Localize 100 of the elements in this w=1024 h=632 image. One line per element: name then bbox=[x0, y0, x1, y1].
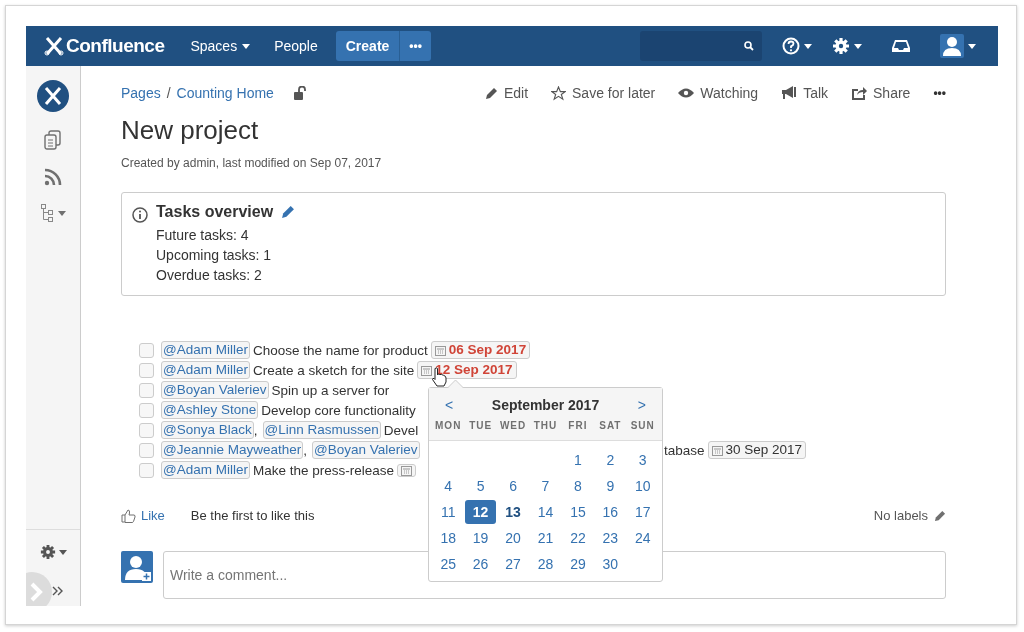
calendar-day[interactable]: 1 bbox=[562, 448, 594, 472]
task-text: Devel bbox=[383, 422, 419, 438]
search-icon bbox=[744, 41, 754, 51]
task-checkbox[interactable] bbox=[139, 422, 154, 438]
calendar-day[interactable]: 28 bbox=[530, 552, 561, 576]
star-icon bbox=[551, 85, 566, 101]
calendar-day[interactable]: 2 bbox=[594, 448, 626, 472]
weekday-header: MON bbox=[434, 419, 463, 433]
weekday-header: WED bbox=[498, 419, 528, 433]
comma: , bbox=[303, 442, 308, 458]
user-mention[interactable]: @Adam Miller bbox=[161, 361, 250, 379]
calendar-day[interactable]: 18 bbox=[432, 526, 464, 550]
megaphone-icon bbox=[781, 86, 798, 100]
task-checkbox[interactable] bbox=[139, 342, 154, 358]
date-lozenge[interactable]: 06 Sep 2017 bbox=[430, 341, 531, 359]
calendar-day[interactable]: 19 bbox=[465, 526, 497, 550]
user-mention[interactable]: @Boyan Valeriev bbox=[161, 381, 269, 399]
task-checkbox[interactable] bbox=[139, 442, 154, 458]
task-text: Create a sketch for the site bbox=[252, 362, 415, 378]
user-mention[interactable]: @Adam Miller bbox=[161, 341, 250, 359]
calendar-day[interactable]: 9 bbox=[594, 474, 626, 498]
calendar-day[interactable]: 26 bbox=[465, 552, 497, 576]
share-action[interactable]: Share bbox=[851, 85, 911, 101]
task-text: tabase bbox=[664, 442, 705, 458]
like-button[interactable]: Like bbox=[121, 508, 165, 523]
page-tree-menu[interactable] bbox=[40, 204, 66, 222]
calendar-day[interactable]: 10 bbox=[627, 474, 659, 498]
pencil-icon[interactable] bbox=[281, 205, 296, 219]
calendar-day[interactable]: 13 bbox=[497, 500, 529, 524]
edit-action[interactable]: Edit bbox=[484, 85, 528, 101]
star-action[interactable]: Save for later bbox=[551, 85, 656, 101]
comma: , bbox=[253, 422, 258, 438]
space-logo-icon[interactable] bbox=[37, 80, 69, 112]
caret-icon bbox=[804, 43, 812, 49]
calendar-day[interactable]: 24 bbox=[627, 526, 659, 550]
talk-action[interactable]: Talk bbox=[781, 85, 829, 101]
page-title: New project bbox=[121, 114, 260, 146]
previous-month-button[interactable]: < bbox=[441, 397, 458, 413]
pencil-icon bbox=[484, 86, 498, 100]
user-mention[interactable]: @Jeannie Mayweather bbox=[161, 441, 304, 459]
calendar-day[interactable]: 14 bbox=[530, 500, 561, 524]
calendar-day[interactable]: 16 bbox=[594, 500, 626, 524]
next-month-button[interactable]: > bbox=[633, 397, 650, 413]
weekday-header: SAT bbox=[598, 419, 623, 433]
user-mention[interactable]: @Ashley Stone bbox=[161, 401, 259, 419]
user-mention[interactable]: @Linn Rasmussen bbox=[262, 421, 381, 439]
calendar-day[interactable]: 23 bbox=[594, 526, 626, 550]
calendar-day[interactable]: 30 bbox=[594, 552, 626, 576]
task-checkbox[interactable] bbox=[139, 382, 154, 398]
date-lozenge[interactable] bbox=[397, 463, 417, 477]
more-button[interactable]: ••• bbox=[399, 31, 431, 61]
more-actions-button[interactable]: ••• bbox=[933, 86, 946, 100]
calendar-day[interactable]: 25 bbox=[432, 552, 464, 576]
calendar-day[interactable]: 4 bbox=[432, 474, 464, 498]
calendar-day[interactable]: 15 bbox=[562, 500, 594, 524]
calendar-day[interactable]: 22 bbox=[562, 526, 594, 550]
search-field[interactable] bbox=[640, 31, 762, 61]
rss-icon[interactable] bbox=[44, 168, 62, 186]
tree-icon bbox=[40, 204, 53, 222]
calendar-day[interactable]: 11 bbox=[432, 500, 464, 524]
calendar-day[interactable]: 20 bbox=[497, 526, 529, 550]
task-checkbox[interactable] bbox=[139, 362, 154, 378]
nav-link[interactable]: Spaces bbox=[178, 38, 263, 54]
user-mention[interactable]: @Sonya Black bbox=[161, 421, 254, 439]
breadcrumb-link[interactable]: Counting Home bbox=[176, 85, 274, 101]
task-text: Choose the name for product bbox=[252, 342, 428, 358]
calendar-day[interactable]: 27 bbox=[497, 552, 529, 576]
calendar-icon bbox=[401, 464, 413, 476]
settings-icon bbox=[832, 37, 850, 55]
pages-icon[interactable] bbox=[44, 130, 62, 150]
weekday-header: SUN bbox=[629, 419, 656, 433]
month-title: September 2017 bbox=[491, 397, 600, 413]
unlocked-padlock-icon[interactable] bbox=[293, 86, 306, 100]
date-lozenge[interactable]: 30 Sep 2017 bbox=[707, 441, 807, 459]
user-mention[interactable]: @Adam Miller bbox=[161, 461, 250, 479]
task-checkbox[interactable] bbox=[139, 462, 154, 478]
calendar-day[interactable]: 17 bbox=[627, 500, 659, 524]
nav-link[interactable]: People bbox=[262, 38, 330, 54]
create-button[interactable]: Create bbox=[335, 31, 400, 61]
calendar-day[interactable]: 29 bbox=[562, 552, 594, 576]
calendar-day[interactable]: 21 bbox=[530, 526, 561, 550]
confluence-logo[interactable]: Confluence bbox=[44, 35, 165, 57]
task-count: Future tasks: 4 bbox=[156, 226, 250, 245]
like-note: Be the first to like this bbox=[190, 508, 315, 523]
user-mention[interactable]: @Boyan Valeriev bbox=[312, 441, 420, 459]
calendar-day[interactable]: 8 bbox=[562, 474, 594, 498]
task-checkbox[interactable] bbox=[139, 402, 154, 418]
pencil-icon[interactable] bbox=[934, 509, 946, 522]
calendar-day[interactable]: 5 bbox=[465, 474, 497, 498]
calendar-day[interactable]: 7 bbox=[530, 474, 561, 498]
calendar-day[interactable]: 6 bbox=[497, 474, 529, 498]
calendar-day[interactable]: 12 bbox=[465, 500, 497, 524]
task-text: Spin up a server for bbox=[271, 382, 390, 398]
calendar-day[interactable]: 3 bbox=[627, 448, 659, 472]
calendar-icon bbox=[434, 344, 446, 356]
caret-icon bbox=[854, 43, 862, 49]
space-settings-menu[interactable] bbox=[39, 544, 67, 560]
page-metadata: Created by admin, last modified on Sep 07, 2017 bbox=[121, 156, 383, 170]
eye-action[interactable]: Watching bbox=[678, 85, 759, 101]
breadcrumb-link[interactable]: Pages bbox=[121, 85, 161, 101]
